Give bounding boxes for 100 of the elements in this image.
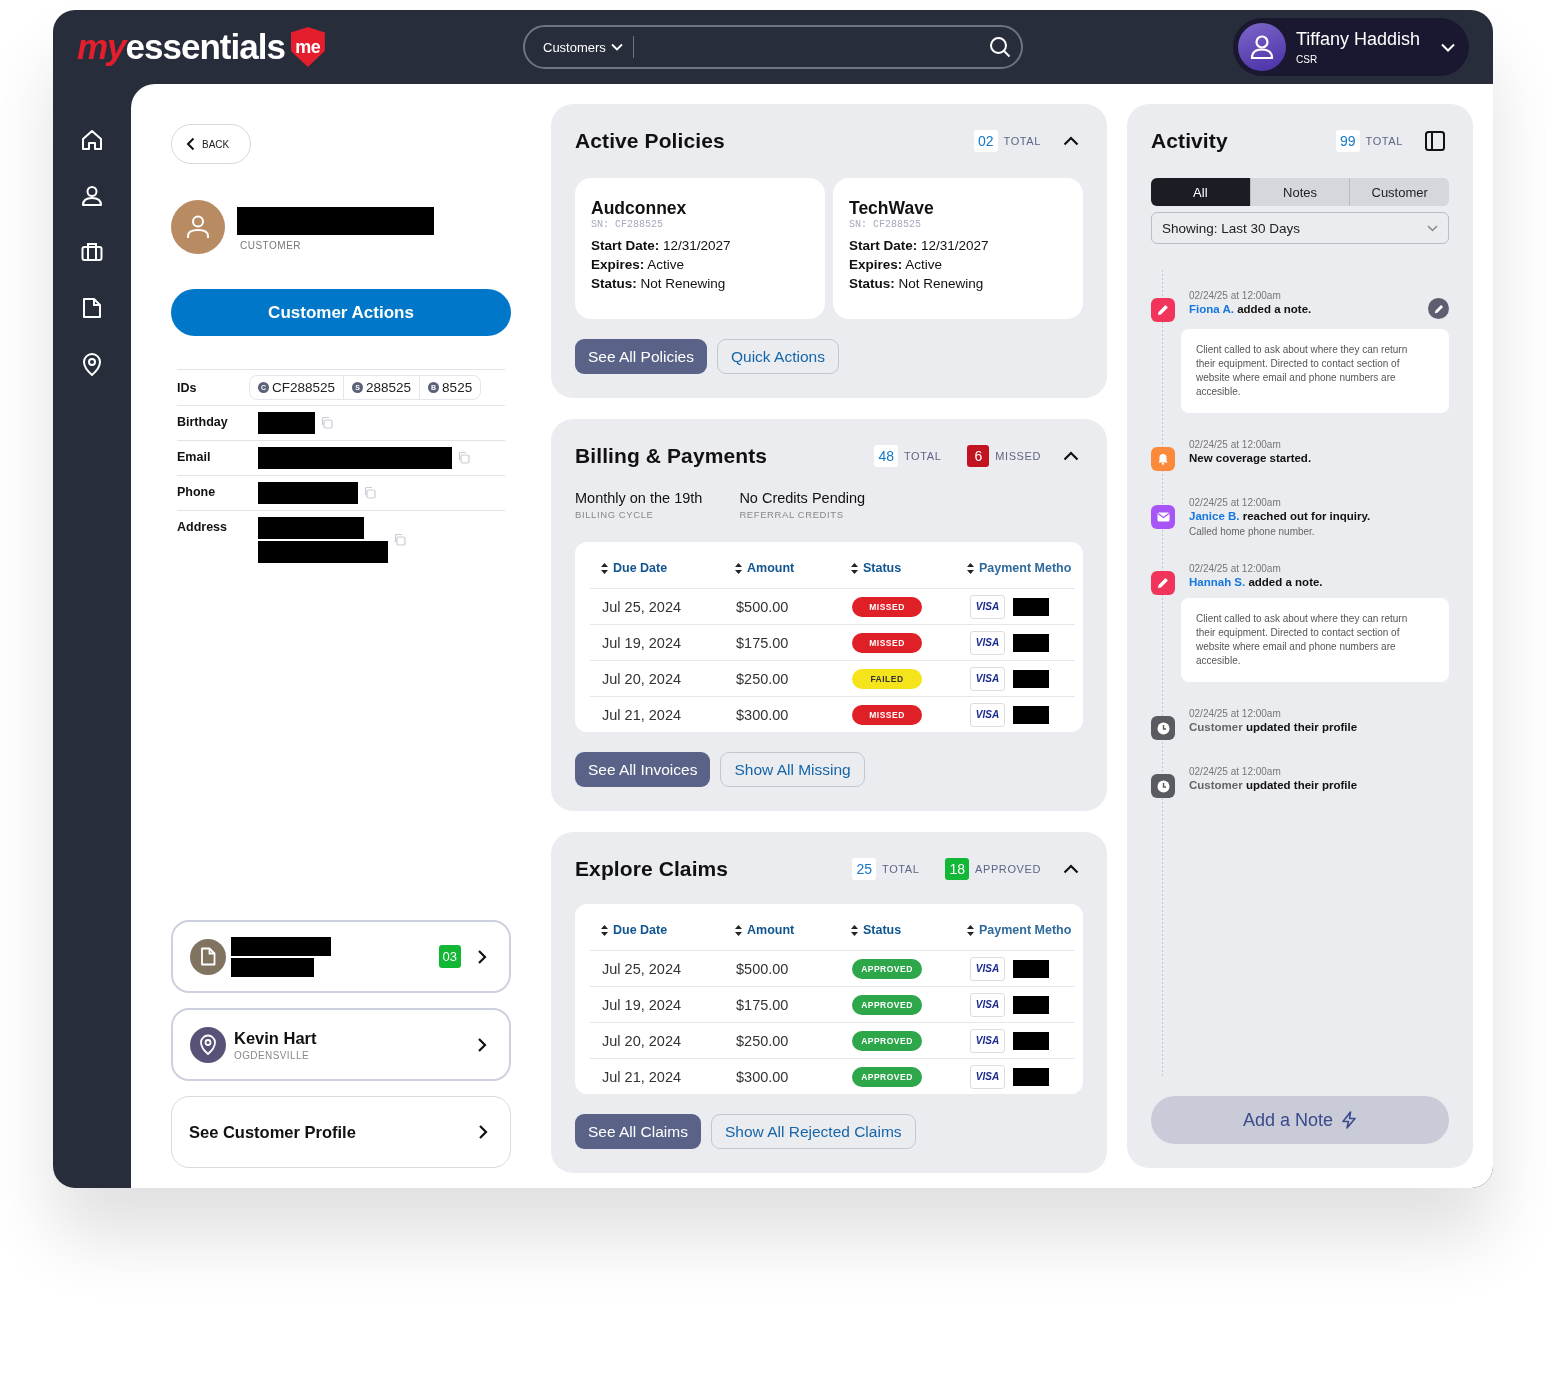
field-label: Birthday (177, 414, 229, 429)
location-pin-icon[interactable] (82, 353, 102, 377)
person-icon[interactable] (81, 185, 103, 207)
user-menu[interactable]: Tiffany Haddish CSR (1233, 18, 1469, 76)
activity-text: Fiona A. added a note. (1189, 303, 1313, 315)
back-button[interactable]: BACK (171, 124, 251, 164)
column-header[interactable]: Payment Metho (956, 923, 1075, 937)
caret-icon (610, 43, 623, 51)
count-label: TOTAL (882, 863, 920, 875)
policy-field: Status: Not Renewing (849, 274, 1067, 293)
card-title: Kevin Hart (234, 1028, 317, 1048)
count-label: APPROVED (975, 863, 1041, 875)
link-card[interactable]: Kevin Hart OGDENSVILLE (171, 1008, 511, 1081)
count-label: MISSED (995, 450, 1041, 462)
status-pill: FAILED (852, 668, 922, 689)
column-header[interactable]: Payment Metho (956, 561, 1075, 575)
policy-name: Audconnex (591, 198, 688, 219)
collapse-icon[interactable] (1063, 136, 1079, 146)
primary-button[interactable]: See All Policies (575, 339, 707, 374)
outline-button[interactable]: Show All Rejected Claims (710, 1114, 916, 1149)
column-header[interactable]: Due Date (590, 923, 724, 937)
collapse-icon[interactable] (1063, 864, 1079, 874)
count-label: TOTAL (1365, 135, 1403, 147)
table-cell-text: Jul 21, 2024 (601, 1068, 682, 1085)
sidebar-toggle-icon[interactable] (1425, 131, 1445, 151)
chevron-left-icon (186, 137, 195, 151)
home-icon[interactable] (81, 129, 103, 151)
id-value: 8525 (442, 380, 473, 395)
column-header[interactable]: Amount (724, 561, 840, 575)
activity-detail: Called home phone number. (1189, 526, 1316, 537)
count-badge: 18 (945, 858, 970, 880)
brand-logo[interactable]: myessentials me (77, 27, 523, 67)
redacted-block (1013, 1031, 1049, 1050)
policy-field: Start Date: 12/31/2027 (849, 236, 1067, 255)
user-avatar (1238, 23, 1286, 71)
meta-value: Monthly on the 19th (575, 490, 703, 506)
sort-icon (967, 924, 974, 936)
scope-dropdown[interactable]: Customers (543, 39, 623, 55)
add-note-button[interactable]: Add a Note (1151, 1096, 1449, 1144)
sort-icon (967, 562, 974, 574)
redacted-block (1013, 633, 1049, 652)
count-label: TOTAL (904, 450, 942, 462)
policy-card[interactable]: TechWave SN: CF288525 Start Date: 12/31/2027 Expires: Active Status: Not Renewing (833, 178, 1083, 319)
policy-name: TechWave (849, 198, 935, 219)
search-icon[interactable] (989, 36, 1011, 58)
count-badge: 6 (967, 445, 990, 467)
sort-icon (735, 924, 742, 936)
status-pill: APPROVED (852, 1066, 922, 1087)
card-brand-badge: VISA (970, 666, 1005, 691)
primary-button[interactable]: See All Claims (575, 1114, 701, 1149)
status-pill: MISSED (852, 704, 922, 725)
column-header[interactable]: Amount (724, 923, 840, 937)
customer-label: CUSTOMER (239, 240, 303, 251)
search-field[interactable]: Customers (523, 25, 1023, 69)
table-cell-text: $300.00 (735, 706, 790, 723)
redacted-block (1013, 959, 1049, 978)
pencil-icon (1433, 303, 1444, 314)
field-label: Address (177, 519, 229, 534)
column-header[interactable]: Due Date (590, 561, 724, 575)
count-badge: 48 (874, 445, 898, 467)
collapse-icon[interactable] (1063, 451, 1079, 461)
document-icon[interactable] (82, 297, 102, 319)
card-brand-badge: VISA (970, 992, 1005, 1017)
customer-avatar (171, 200, 225, 254)
caret-icon (1441, 42, 1455, 52)
count-badge: 99 (1336, 130, 1360, 152)
edit-button[interactable] (1428, 298, 1449, 319)
card-brand-badge: VISA (970, 1028, 1005, 1053)
activity-text: Janice B. reached out for inquiry. (1189, 510, 1372, 522)
column-header[interactable]: Status (840, 561, 956, 575)
filter-tab[interactable]: All (1151, 178, 1250, 206)
table-cell-text: Jul 19, 2024 (601, 634, 682, 651)
card-subtitle: OGDENSVILLE (234, 1049, 310, 1061)
link-card[interactable]: See Customer Profile (171, 1096, 511, 1168)
briefcase-icon[interactable] (81, 241, 103, 263)
policy-field: Expires: Active (591, 255, 809, 274)
table-cell-text: Jul 19, 2024 (601, 996, 682, 1013)
note-text: Client called to ask about where they can return their equipment. Directed to contact section of website where email and phone numbers are accesible. (1181, 329, 1449, 413)
table-cell-text: $250.00 (735, 670, 790, 687)
table-cell-text: $300.00 (735, 1068, 790, 1085)
panel-title: Activity (1151, 129, 1228, 153)
activity-text: New coverage started. (1189, 452, 1313, 464)
policy-field: Start Date: 12/31/2027 (591, 236, 809, 255)
table-cell-text: Jul 25, 2024 (601, 960, 682, 977)
count-label: TOTAL (1003, 135, 1041, 147)
outline-button[interactable]: Show All Missing (720, 752, 865, 787)
meta-label: BILLING CYCLE (575, 509, 655, 520)
column-header[interactable]: Status (840, 923, 956, 937)
sort-icon (601, 924, 608, 936)
primary-button[interactable]: See All Invoices (575, 752, 711, 787)
date-range-dropdown[interactable]: Showing: Last 30 Days (1151, 212, 1449, 244)
policy-card[interactable]: Audconnex SN: CF288525 Start Date: 12/31/2027 Expires: Active Status: Not Renewing (575, 178, 825, 319)
filter-tab[interactable]: Customer (1349, 178, 1449, 206)
count-badge: 02 (974, 130, 998, 152)
outline-button[interactable]: Quick Actions (717, 339, 839, 374)
table-cell-text: $175.00 (735, 634, 790, 651)
chevron-right-icon (477, 1036, 487, 1053)
customer-actions-button[interactable]: Customer Actions (171, 289, 511, 336)
redacted-block (1013, 597, 1049, 616)
sort-icon (851, 924, 858, 936)
